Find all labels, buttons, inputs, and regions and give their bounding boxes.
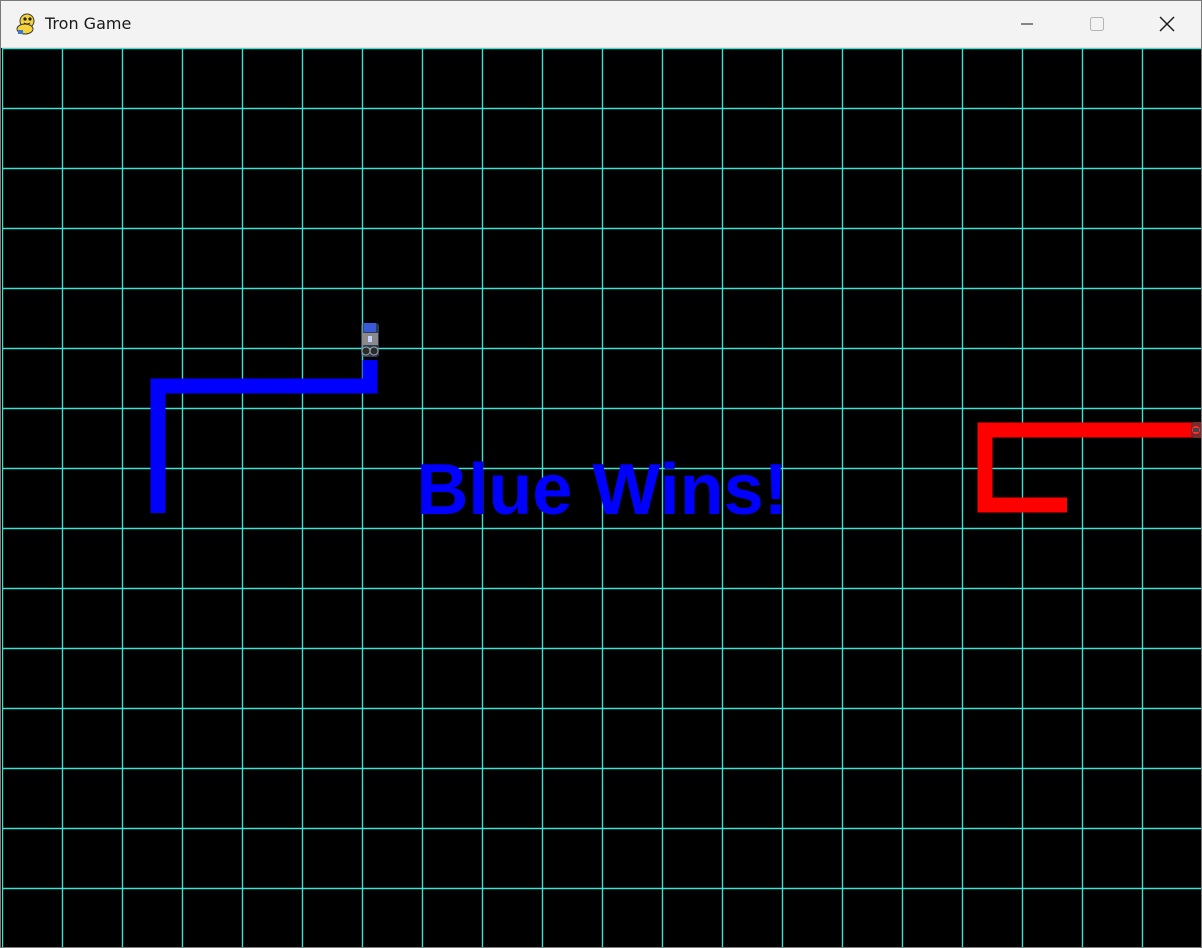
pygame-snake-icon	[15, 12, 39, 36]
maximize-icon	[1090, 17, 1104, 31]
game-board	[2, 48, 1201, 947]
close-button[interactable]	[1132, 1, 1201, 47]
game-canvas[interactable]: Blue Wins!	[2, 48, 1201, 947]
game-window: Tron Game Blue Wins!	[0, 0, 1202, 948]
minimize-button[interactable]	[992, 1, 1062, 47]
red-trail	[977, 422, 1201, 513]
title-bar[interactable]: Tron Game	[1, 1, 1201, 48]
minimize-icon	[1021, 18, 1033, 30]
close-icon	[1159, 16, 1175, 32]
maximize-button[interactable]	[1062, 1, 1132, 47]
window-title: Tron Game	[45, 14, 132, 33]
blue-bike-icon	[361, 323, 379, 357]
blue-trail	[150, 360, 378, 513]
red-bike-icon	[1191, 422, 1201, 438]
